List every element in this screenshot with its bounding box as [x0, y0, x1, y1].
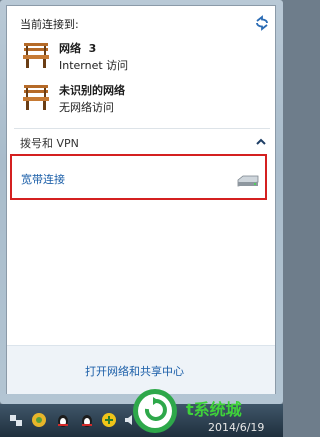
network-status: 无网络访问 [59, 101, 114, 114]
taskbar-date: 2014/6/19 [208, 421, 265, 434]
section-divider [14, 128, 270, 129]
add-icon[interactable] [101, 412, 117, 428]
watermark-text: t系统城 [186, 400, 242, 419]
network-tray-icon[interactable] [9, 412, 25, 428]
vpn-connection-item[interactable]: 宽带连接 [10, 154, 267, 200]
network-flyout-panel: 当前连接到: 网络 3 Internet 访问 未识别的网络 无网络访问 拨号和… [6, 5, 276, 394]
modem-icon [237, 175, 259, 187]
refresh-icon[interactable] [253, 14, 271, 32]
qq-penguin-icon[interactable] [55, 412, 71, 428]
network-status: Internet 访问 [59, 59, 129, 72]
flyout-footer: 打开网络和共享中心 [7, 345, 275, 394]
network-item-1[interactable]: 网络 3 Internet 访问 [17, 39, 257, 75]
vpn-connection-name: 宽带连接 [21, 173, 65, 186]
network-flyout-frame: 当前连接到: 网络 3 Internet 访问 未识别的网络 无网络访问 拨号和… [0, 0, 283, 404]
network-name: 网络 3 [59, 42, 97, 55]
bench-network-icon [23, 43, 49, 68]
dialup-vpn-section-title: 拨号和 VPN [20, 137, 79, 150]
network-name: 未识别的网络 [59, 84, 125, 97]
qq-penguin-icon[interactable] [79, 412, 95, 428]
security-tray-icon[interactable] [31, 412, 47, 428]
connected-to-header: 当前连接到: [20, 18, 79, 31]
network-item-2[interactable]: 未识别的网络 无网络访问 [17, 81, 257, 117]
bench-network-icon [23, 85, 49, 110]
open-network-sharing-center-link[interactable]: 打开网络和共享中心 [85, 363, 184, 379]
chevron-up-icon[interactable] [255, 137, 267, 147]
